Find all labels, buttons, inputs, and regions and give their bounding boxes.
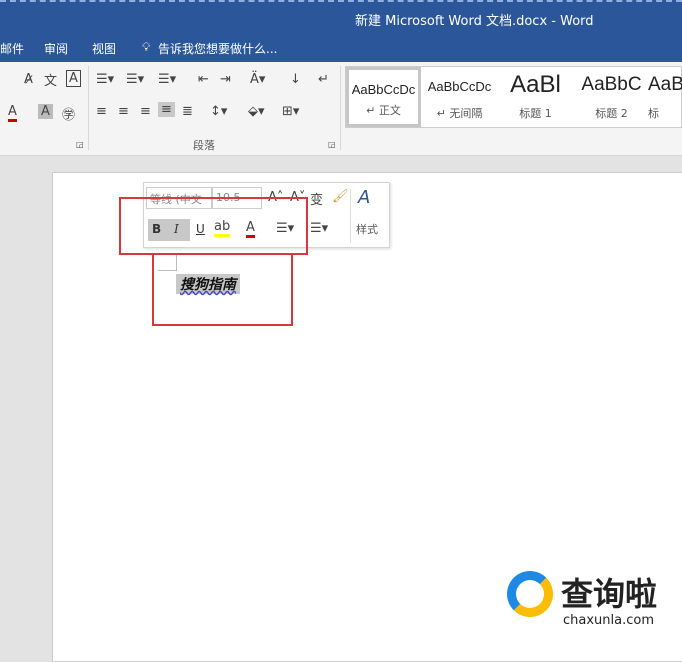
decrease-indent-icon[interactable]: ⇤	[198, 72, 209, 87]
char-spacing-icon[interactable]: Ä▾	[250, 72, 265, 87]
numbering-icon[interactable]: ☰▾	[310, 221, 328, 236]
font-color-icon[interactable]: A	[8, 104, 17, 122]
styles-button[interactable]: 样式	[356, 221, 378, 237]
justify-icon[interactable]: ≡	[158, 102, 175, 117]
borders-icon[interactable]: ⊞▾	[282, 104, 299, 119]
title-bar: 新建 Microsoft Word 文档.docx - Word	[0, 0, 682, 34]
char-border-icon[interactable]: A	[66, 70, 81, 87]
align-right-icon[interactable]: ≡	[140, 104, 151, 119]
window-title: 新建 Microsoft Word 文档.docx - Word	[355, 14, 594, 29]
watermark-logo: 查询啦 chaxunla.com	[505, 565, 675, 635]
styles-gallery: AaBbCcDc ↵ 正文 AaBbCcDc ↵ 无间隔 AaBl 标题 1 AaBb…	[345, 66, 682, 128]
style-heading-1[interactable]: AaBl 标题 1	[498, 67, 573, 127]
align-center-icon[interactable]: ≡	[118, 104, 129, 119]
distribute-icon[interactable]: ≣	[182, 104, 193, 119]
enclose-char-icon[interactable]: ㊫	[62, 104, 75, 123]
style-title[interactable]: AaB 标	[648, 67, 682, 127]
tell-me-input[interactable]: 告诉我您想要做什么...	[158, 40, 277, 57]
align-left-icon[interactable]: ≡	[96, 104, 107, 119]
shading-icon[interactable]: ⬙▾	[248, 104, 265, 119]
phonetic-icon[interactable]: 变	[310, 189, 323, 208]
sort-icon[interactable]: ↓	[290, 72, 301, 87]
char-shading-icon[interactable]: A	[38, 104, 53, 119]
paragraph-dialog-launcher-icon[interactable]: ◲	[328, 140, 336, 149]
style-no-spacing[interactable]: AaBbCcDc ↵ 无间隔	[422, 67, 497, 127]
selected-text[interactable]: 搜狗指南	[176, 274, 240, 294]
lightbulb-icon: 💡︎	[142, 40, 151, 54]
show-marks-icon[interactable]: ↵	[318, 72, 329, 87]
clear-format-icon[interactable]: A̷	[24, 72, 33, 87]
bullets-icon[interactable]: ☰▾	[96, 72, 114, 87]
style-heading-2[interactable]: AaBbC 标题 2	[574, 67, 649, 127]
font-dialog-launcher-icon[interactable]: ◲	[76, 140, 84, 149]
format-painter-icon[interactable]: 🖌︎	[332, 189, 349, 204]
multilevel-list-icon[interactable]: ☰▾	[158, 72, 176, 87]
tab-view[interactable]: 视图	[92, 40, 116, 57]
tab-mailings[interactable]: 邮件	[0, 40, 24, 57]
increase-indent-icon[interactable]: ⇥	[220, 72, 231, 87]
line-spacing-icon[interactable]: ↕▾	[210, 104, 227, 119]
paragraph-group-label: 段落	[193, 139, 215, 152]
ribbon-tabs: 邮件 审阅 视图 💡︎ 告诉我您想要做什么...	[0, 34, 682, 62]
ribbon: A̷ 文 A A A ㊫ ☰▾ ☰▾ ☰▾ ⇤ ⇥ Ä▾ ↓ ↵ ≡ ≡ ≡ ≡…	[0, 62, 682, 156]
style-normal[interactable]: AaBbCcDc ↵ 正文	[346, 67, 421, 127]
tab-review[interactable]: 审阅	[44, 40, 68, 57]
numbering-icon[interactable]: ☰▾	[126, 72, 144, 87]
highlight-box-toolbar	[119, 197, 308, 255]
styles-icon[interactable]: A	[358, 187, 370, 208]
phonetic-guide-icon[interactable]: 文	[44, 70, 57, 89]
